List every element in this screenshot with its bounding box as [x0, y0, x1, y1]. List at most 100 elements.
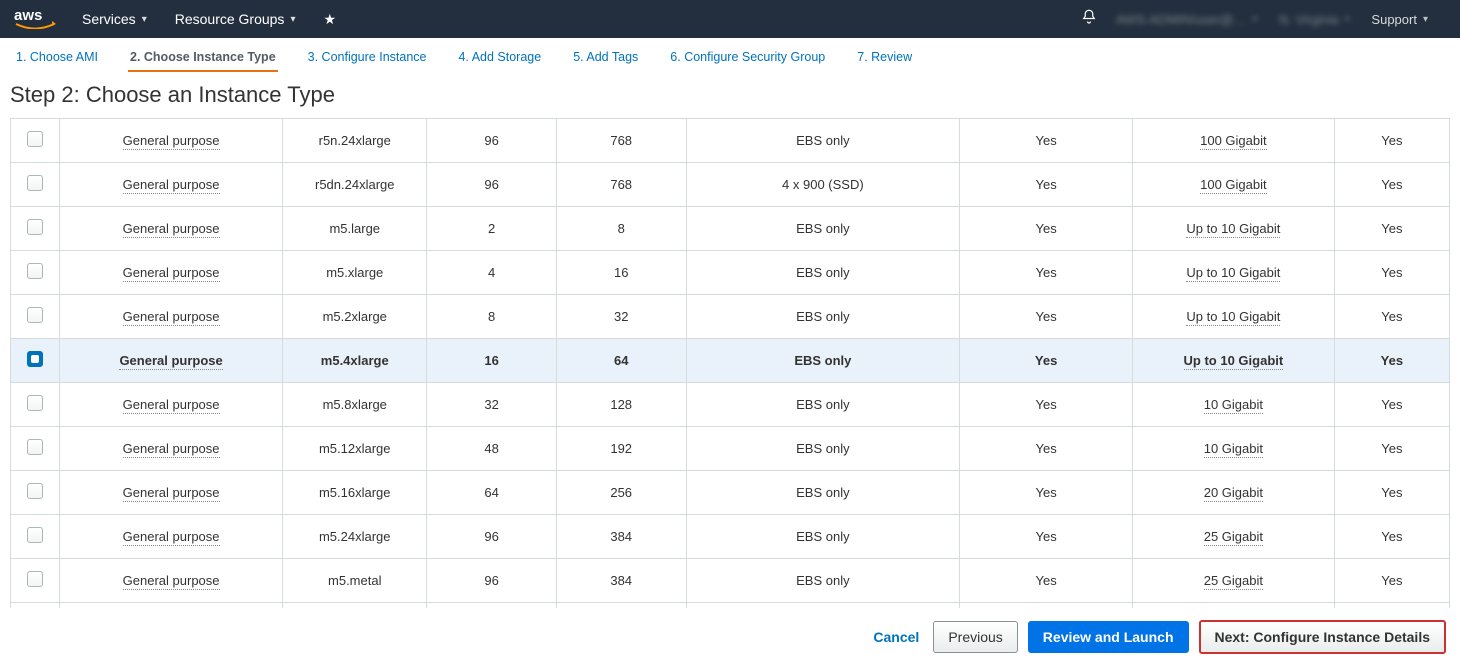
row-checkbox[interactable] [27, 527, 43, 543]
cell-family: General purpose [59, 119, 282, 163]
footer-actions: Cancel Previous Review and Launch Next: … [0, 608, 1460, 660]
table-row[interactable]: General purposem5.xlarge416EBS onlyYesUp… [11, 251, 1450, 295]
cell-network: 10 Gigabit [1133, 383, 1335, 427]
cell-ebs-optimized: Yes [960, 515, 1133, 559]
cell-vcpus: 4 [427, 251, 557, 295]
table-row[interactable]: General purposem5.4xlarge1664EBS onlyYes… [11, 339, 1450, 383]
cell-checkbox [11, 207, 60, 251]
instance-table: General purposer5n.24xlarge96768EBS only… [10, 119, 1450, 608]
cell-storage: EBS only [686, 559, 960, 603]
cell-vcpus: 2 [427, 207, 557, 251]
cell-checkbox [11, 251, 60, 295]
cell-ebs-optimized: Yes [960, 207, 1133, 251]
cell-storage: EBS only [686, 383, 960, 427]
cell-vcpus: 96 [427, 515, 557, 559]
table-row[interactable]: General purposer5n.24xlarge96768EBS only… [11, 119, 1450, 163]
table-row[interactable]: General purposem5.8xlarge32128EBS onlyYe… [11, 383, 1450, 427]
cell-checkbox [11, 295, 60, 339]
cell-type: m5.24xlarge [283, 515, 427, 559]
table-row[interactable]: General purposem5.large28EBS onlyYesUp t… [11, 207, 1450, 251]
cell-type: r5dn.24xlarge [283, 163, 427, 207]
cell-storage: EBS only [686, 427, 960, 471]
cell-memory: 256 [556, 471, 686, 515]
row-checkbox[interactable] [27, 131, 43, 147]
row-checkbox[interactable] [27, 307, 43, 323]
instance-table-scroll[interactable]: General purposer5n.24xlarge96768EBS only… [10, 118, 1450, 608]
previous-button[interactable]: Previous [933, 621, 1017, 653]
cell-ebs-optimized: Yes [960, 295, 1133, 339]
cell-network: 25 Gigabit [1133, 515, 1335, 559]
table-row[interactable]: General purposem5.metal96384EBS onlyYes2… [11, 559, 1450, 603]
wizard-step-3[interactable]: 3. Configure Instance [306, 42, 429, 72]
nav-services[interactable]: Services [82, 11, 147, 27]
cell-checkbox [11, 163, 60, 207]
cell-network: 10 Gigabit [1133, 427, 1335, 471]
row-checkbox[interactable] [27, 483, 43, 499]
wizard-step-5[interactable]: 5. Add Tags [571, 42, 640, 72]
cell-ebs-optimized: Yes [960, 427, 1133, 471]
cell-vcpus: 96 [427, 163, 557, 207]
cell-ipv6: Yes [1334, 471, 1449, 515]
table-row[interactable]: General purposer5dn.24xlarge967684 x 900… [11, 163, 1450, 207]
nav-resource-groups[interactable]: Resource Groups [175, 11, 296, 27]
cell-ipv6: Yes [1334, 251, 1449, 295]
cell-network: 100 Gigabit [1133, 163, 1335, 207]
cell-memory: 768 [556, 119, 686, 163]
wizard-step-1[interactable]: 1. Choose AMI [14, 42, 100, 72]
table-row[interactable]: General purposem5.24xlarge96384EBS onlyY… [11, 515, 1450, 559]
nav-support[interactable]: Support [1371, 12, 1428, 27]
cell-memory: 768 [556, 163, 686, 207]
row-checkbox[interactable] [27, 263, 43, 279]
cell-family: General purpose [59, 383, 282, 427]
cell-family: General purpose [59, 427, 282, 471]
aws-logo[interactable]: aws [14, 7, 56, 32]
cell-type: m5.metal [283, 559, 427, 603]
row-checkbox[interactable] [27, 351, 43, 367]
wizard-step-7[interactable]: 7. Review [855, 42, 914, 72]
cell-vcpus: 96 [427, 559, 557, 603]
row-checkbox[interactable] [27, 439, 43, 455]
cell-family: General purpose [59, 207, 282, 251]
cell-storage: EBS only [686, 339, 960, 383]
row-checkbox[interactable] [27, 219, 43, 235]
cell-family: General purpose [59, 295, 282, 339]
cell-ebs-optimized: Yes [960, 471, 1133, 515]
cell-type: m5.8xlarge [283, 383, 427, 427]
row-checkbox[interactable] [27, 175, 43, 191]
nav-account[interactable]: AWS-ADMIN/user@… [1116, 12, 1257, 27]
cell-family: General purpose [59, 339, 282, 383]
cell-storage: EBS only [686, 119, 960, 163]
review-and-launch-button[interactable]: Review and Launch [1028, 621, 1189, 653]
cell-ebs-optimized: Yes [960, 119, 1133, 163]
pin-icon[interactable]: ★ [323, 11, 336, 28]
row-checkbox[interactable] [27, 571, 43, 587]
cell-memory: 32 [556, 295, 686, 339]
table-row[interactable]: General purposem5.2xlarge832EBS onlyYesU… [11, 295, 1450, 339]
cell-family: General purpose [59, 251, 282, 295]
next-configure-instance-details-button[interactable]: Next: Configure Instance Details [1199, 620, 1447, 654]
cell-family: General purpose [59, 559, 282, 603]
cell-checkbox [11, 471, 60, 515]
cell-ipv6: Yes [1334, 339, 1449, 383]
cell-family: General purpose [59, 471, 282, 515]
wizard-steps: 1. Choose AMI2. Choose Instance Type3. C… [0, 38, 1460, 72]
table-row[interactable]: General purposem5.16xlarge64256EBS onlyY… [11, 471, 1450, 515]
cell-type: m5.xlarge [283, 251, 427, 295]
wizard-step-6[interactable]: 6. Configure Security Group [668, 42, 827, 72]
cell-ebs-optimized: Yes [960, 251, 1133, 295]
cell-ipv6: Yes [1334, 119, 1449, 163]
cell-ipv6: Yes [1334, 295, 1449, 339]
row-checkbox[interactable] [27, 395, 43, 411]
cell-memory: 16 [556, 251, 686, 295]
wizard-step-4[interactable]: 4. Add Storage [456, 42, 543, 72]
bell-icon[interactable] [1080, 8, 1098, 31]
cell-storage: EBS only [686, 251, 960, 295]
table-row[interactable]: General purposem5.12xlarge48192EBS onlyY… [11, 427, 1450, 471]
nav-region[interactable]: N. Virginia [1279, 12, 1350, 27]
cell-checkbox [11, 119, 60, 163]
cell-memory: 128 [556, 383, 686, 427]
top-nav: aws Services Resource Groups ★ AWS-ADMIN… [0, 0, 1460, 38]
cell-storage: 4 x 900 (SSD) [686, 163, 960, 207]
cancel-button[interactable]: Cancel [869, 623, 923, 651]
cell-network: 100 Gigabit [1133, 119, 1335, 163]
